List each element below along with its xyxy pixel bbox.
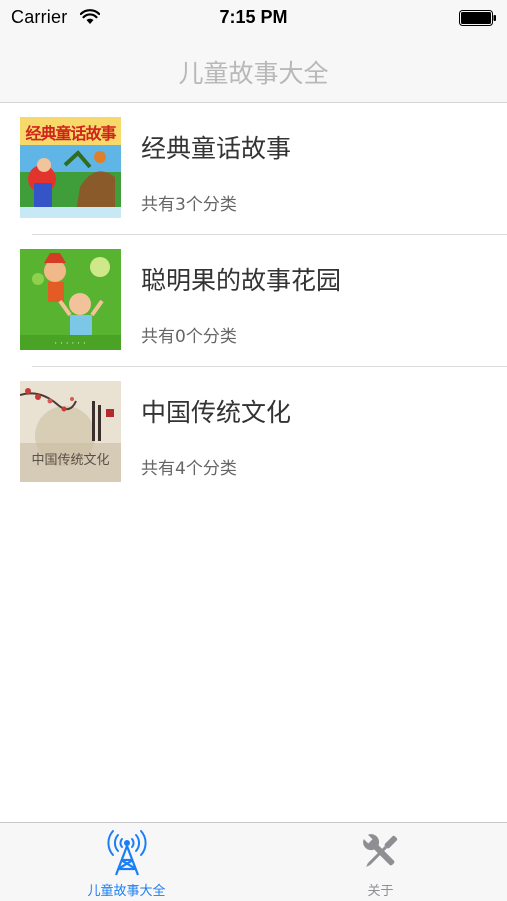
tab-bar: 儿童故事大全 关于	[0, 822, 507, 901]
list-item-subtitle: 共有3个分类	[141, 195, 237, 215]
list-item-title: 聪明果的故事花园	[141, 266, 342, 295]
status-bar: Carrier 7:15 PM	[0, 0, 507, 38]
list-item-title: 中国传统文化	[141, 398, 292, 427]
battery-icon	[459, 10, 497, 30]
page-title: 儿童故事大全	[178, 59, 329, 88]
category-list: 经典童话故事 经典童话故事 共有3个分类 · · · · · · 聪明果的故事花…	[0, 103, 507, 498]
navigation-bar: 儿童故事大全	[0, 38, 507, 103]
list-item-fairy-tales[interactable]: 经典童话故事 经典童话故事 共有3个分类	[20, 103, 507, 235]
list-item-title: 经典童话故事	[141, 134, 292, 163]
clock: 7:15 PM	[219, 7, 288, 27]
tab-story-collection[interactable]: 儿童故事大全	[0, 823, 253, 901]
fairy-tale-cover-text: 经典童话故事	[25, 124, 116, 143]
svg-text:· · · · · ·: · · · · · ·	[54, 339, 85, 349]
chinese-culture-cover-text: 中国传统文化	[31, 453, 110, 468]
story-garden-cover-icon: · · · · · ·	[20, 249, 121, 350]
list-item-story-garden[interactable]: · · · · · · 聪明果的故事花园 共有0个分类	[20, 235, 507, 367]
chinese-culture-cover-icon: 中国传统文化	[20, 381, 121, 482]
tools-icon	[358, 829, 404, 879]
tab-about[interactable]: 关于	[254, 823, 507, 901]
list-item-subtitle: 共有4个分类	[141, 459, 237, 479]
list-item-subtitle: 共有0个分类	[141, 327, 237, 347]
tab-label: 关于	[367, 884, 394, 899]
radio-tower-icon	[106, 829, 147, 881]
list-item-chinese-culture[interactable]: 中国传统文化 中国传统文化 共有4个分类	[20, 367, 507, 498]
tab-label: 儿童故事大全	[87, 884, 166, 899]
fairy-tale-cover-icon: 经典童话故事	[20, 117, 121, 218]
